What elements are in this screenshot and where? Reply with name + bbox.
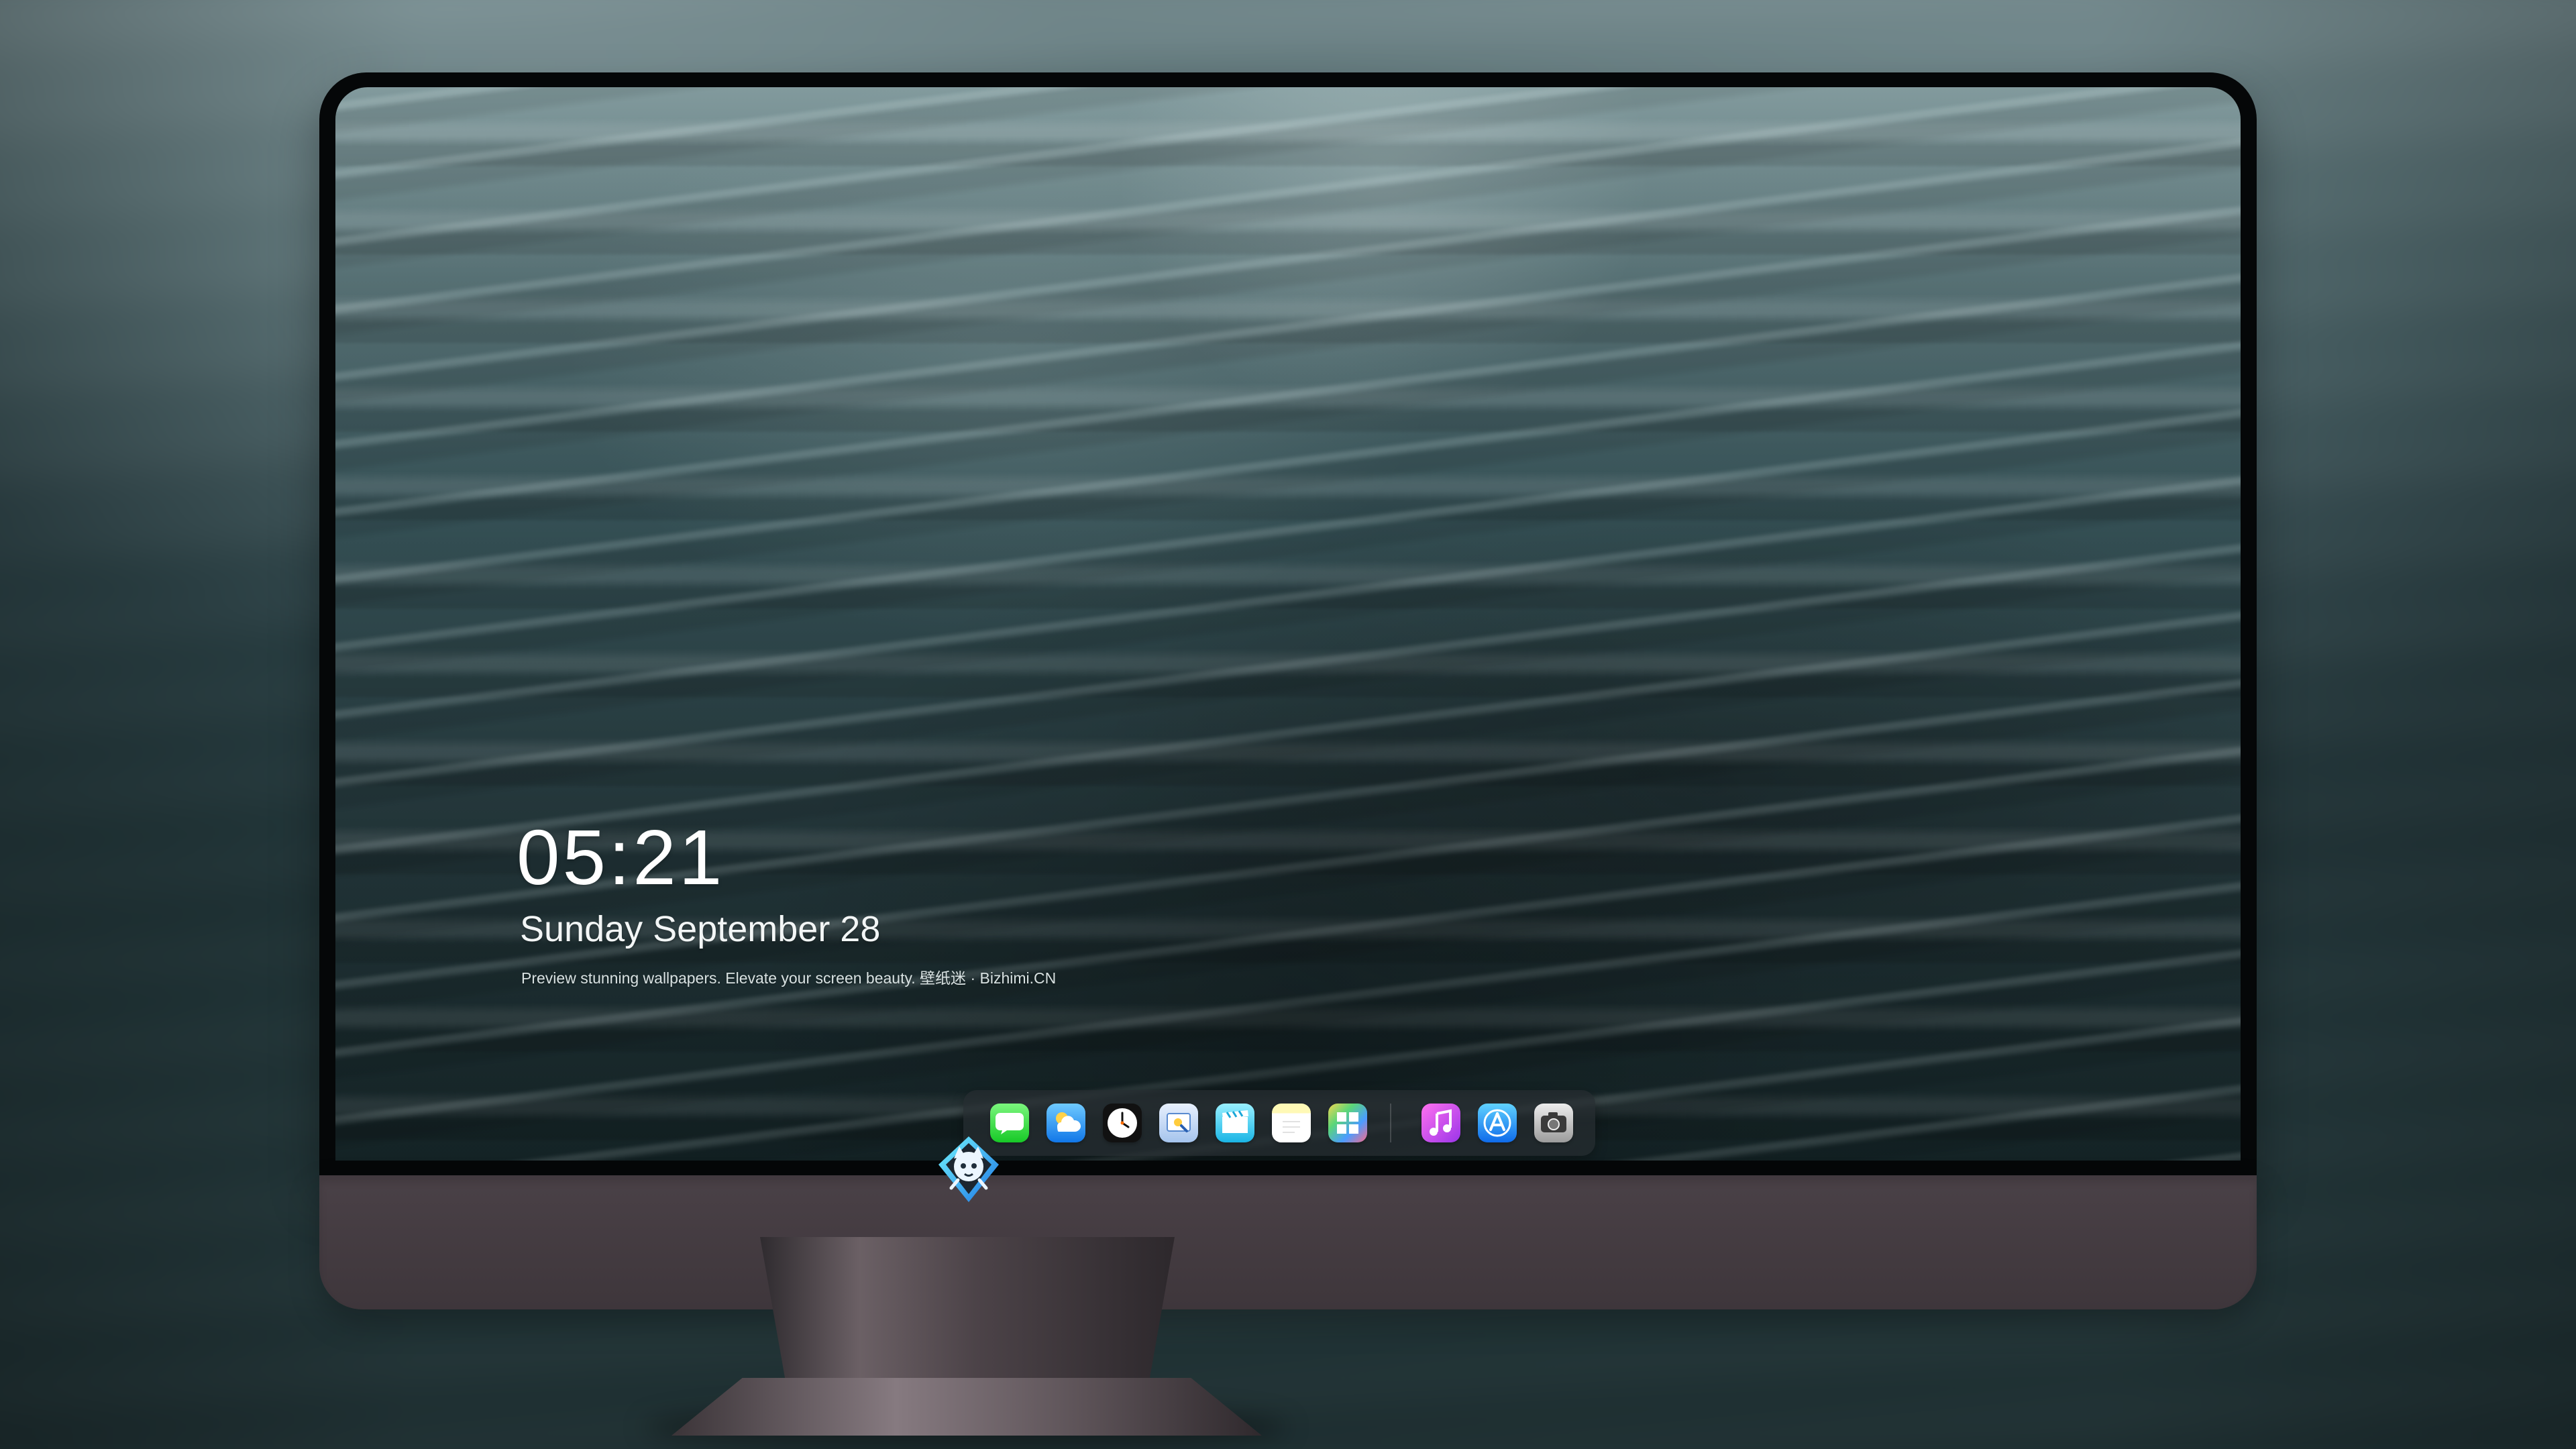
photo-gallery-icon[interactable] — [1328, 1104, 1367, 1142]
music-icon[interactable] — [1421, 1104, 1460, 1142]
monitor-stand-neck — [760, 1237, 1175, 1378]
app-dock — [963, 1090, 1595, 1156]
weather-icon[interactable] — [1046, 1104, 1085, 1142]
letter-a-store-icon — [1478, 1104, 1517, 1142]
lock-screen: 05:21 Sunday September 28 Preview stunni… — [335, 87, 2241, 1161]
monitor-chin — [319, 1175, 2257, 1309]
monitor-stand-base — [672, 1378, 1262, 1436]
cloud-sun-icon — [1046, 1104, 1085, 1142]
desktop-scene: 05:21 Sunday September 28 Preview stunni… — [0, 0, 2576, 1449]
preview-icon[interactable] — [1159, 1104, 1198, 1142]
clapperboard-icon — [1216, 1104, 1254, 1142]
monitor-bezel: 05:21 Sunday September 28 Preview stunni… — [319, 72, 2257, 1175]
wallpaper-caption: Preview stunning wallpapers. Elevate you… — [521, 969, 1057, 987]
imac-monitor: 05:21 Sunday September 28 Preview stunni… — [319, 72, 2257, 1309]
image-grid-icon — [1328, 1104, 1367, 1142]
notes-icon[interactable] — [1272, 1104, 1311, 1142]
mascot-logo — [933, 1134, 1004, 1205]
lock-time: 05:21 — [517, 814, 725, 901]
analog-clock-icon — [1103, 1104, 1142, 1142]
clock-icon[interactable] — [1103, 1104, 1142, 1142]
clips-icon[interactable] — [1216, 1104, 1254, 1142]
lock-date: Sunday September 28 — [520, 909, 881, 949]
dock-divider — [1390, 1104, 1391, 1142]
app-store-icon[interactable] — [1478, 1104, 1517, 1142]
music-note-icon — [1421, 1104, 1460, 1142]
camera-icon[interactable] — [1534, 1104, 1573, 1142]
camera-lens-icon — [1534, 1104, 1573, 1142]
notepad-lines-icon — [1272, 1104, 1311, 1142]
document-preview-icon — [1159, 1104, 1198, 1142]
